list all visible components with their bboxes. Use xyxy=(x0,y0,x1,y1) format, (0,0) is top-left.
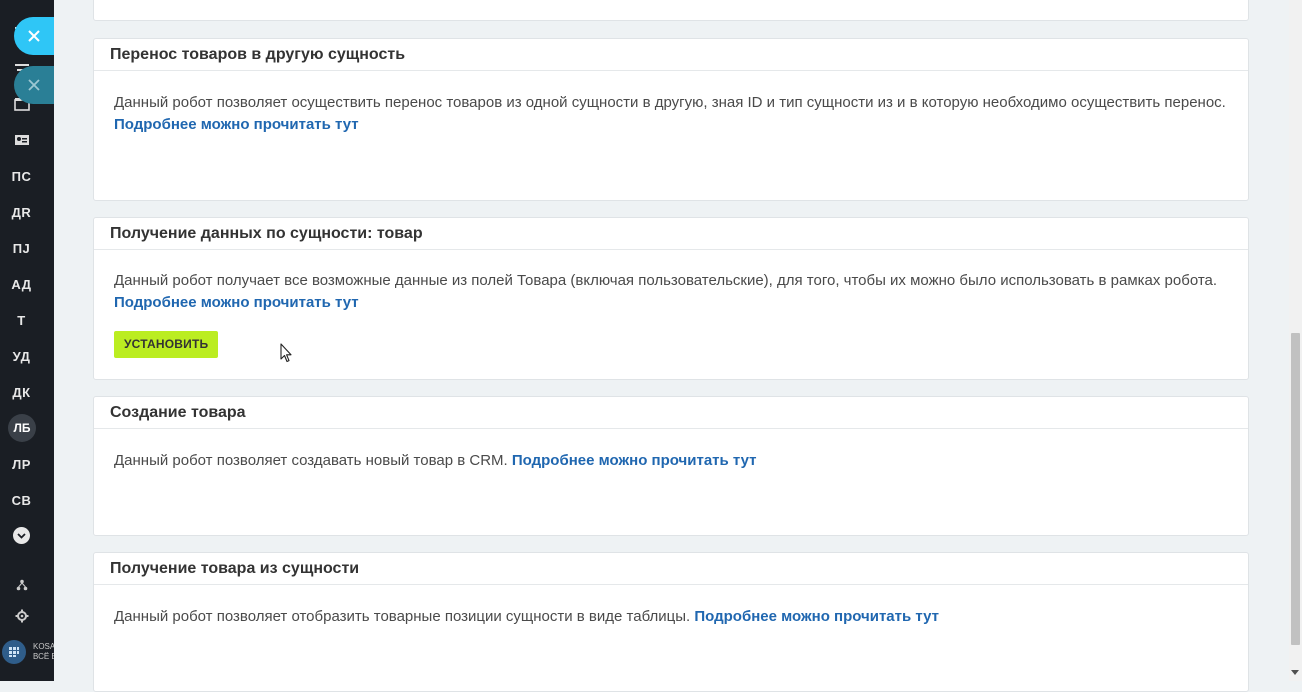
previous-card xyxy=(93,0,1249,21)
contact-card-icon[interactable] xyxy=(0,130,43,150)
sidebar-item-ad[interactable]: АД xyxy=(0,274,43,294)
robot-card-transfer-products: Перенос товаров в другую сущность Данный… xyxy=(93,38,1249,201)
close-icon xyxy=(28,30,40,42)
sidebar-item-ud[interactable]: УД xyxy=(0,346,43,366)
card-description: Данный робот позволяет отобразить товарн… xyxy=(114,608,691,625)
robots-list: Перенос товаров в другую сущность Данный… xyxy=(54,0,1289,692)
chevron-down-icon[interactable] xyxy=(13,527,30,544)
read-more-link[interactable]: Подробнее можно прочитать тут xyxy=(694,608,939,625)
card-title: Получение товара из сущности xyxy=(94,553,1248,585)
sidebar-item-lr[interactable]: ЛР xyxy=(0,454,43,474)
sidebar-item-t[interactable]: Т xyxy=(0,310,43,330)
read-more-link[interactable]: Подробнее можно прочитать тут xyxy=(114,116,359,133)
close-slider-button[interactable] xyxy=(14,17,54,55)
vertical-scrollbar[interactable] xyxy=(1289,0,1302,681)
gear-icon[interactable] xyxy=(0,606,43,626)
company-logo-text: KOSA ВСЁ Б xyxy=(33,642,54,662)
card-description: Данный робот получает все возможные данн… xyxy=(114,272,1218,289)
sidebar-item-dk[interactable]: ДК xyxy=(0,382,43,402)
scrollbar-thumb[interactable] xyxy=(1291,333,1300,645)
mouse-pointer-icon xyxy=(280,343,292,368)
scroll-down-arrow-icon[interactable] xyxy=(1291,670,1299,675)
card-title: Получение данных по сущности: товар xyxy=(94,218,1248,250)
read-more-link[interactable]: Подробнее можно прочитать тут xyxy=(512,452,757,469)
card-description: Данный робот позволяет создавать новый т… xyxy=(114,452,508,469)
card-body: Данный робот позволяет создавать новый т… xyxy=(94,429,1248,472)
sidebar-item-sv[interactable]: СВ xyxy=(0,490,43,510)
read-more-link[interactable]: Подробнее можно прочитать тут xyxy=(114,294,359,311)
close-slider-button-back[interactable] xyxy=(14,66,54,104)
card-body: Данный робот позволяет осуществить перен… xyxy=(94,71,1248,136)
robot-card-create-product: Создание товара Данный робот позволяет с… xyxy=(93,396,1249,536)
robot-card-get-product-data: Получение данных по сущности: товар Данн… xyxy=(93,217,1249,380)
structure-icon[interactable] xyxy=(0,575,43,595)
card-description: Данный робот позволяет осуществить перен… xyxy=(114,94,1226,111)
robot-card-get-product-from-entity: Получение товара из сущности Данный робо… xyxy=(93,552,1249,692)
card-body: Данный робот позволяет отобразить товарн… xyxy=(94,585,1248,628)
close-icon xyxy=(28,79,40,91)
card-body: Данный робот получает все возможные данн… xyxy=(94,250,1248,358)
logo-text-line-1: KOSA xyxy=(33,642,54,651)
card-title: Перенос товаров в другую сущность xyxy=(94,39,1248,71)
sidebar-item-pj[interactable]: ПJ xyxy=(0,238,43,258)
sidebar-item-dr[interactable]: ДR xyxy=(0,202,43,222)
install-button[interactable]: УСТАНОВИТЬ xyxy=(114,331,219,358)
card-title: Создание товара xyxy=(94,397,1248,429)
logo-text-line-2: ВСЁ Б xyxy=(33,652,54,661)
sidebar-item-lb-avatar[interactable]: ЛБ xyxy=(8,414,36,442)
company-logo-icon[interactable] xyxy=(2,640,26,664)
sidebar-item-ps[interactable]: ПС xyxy=(0,166,43,186)
